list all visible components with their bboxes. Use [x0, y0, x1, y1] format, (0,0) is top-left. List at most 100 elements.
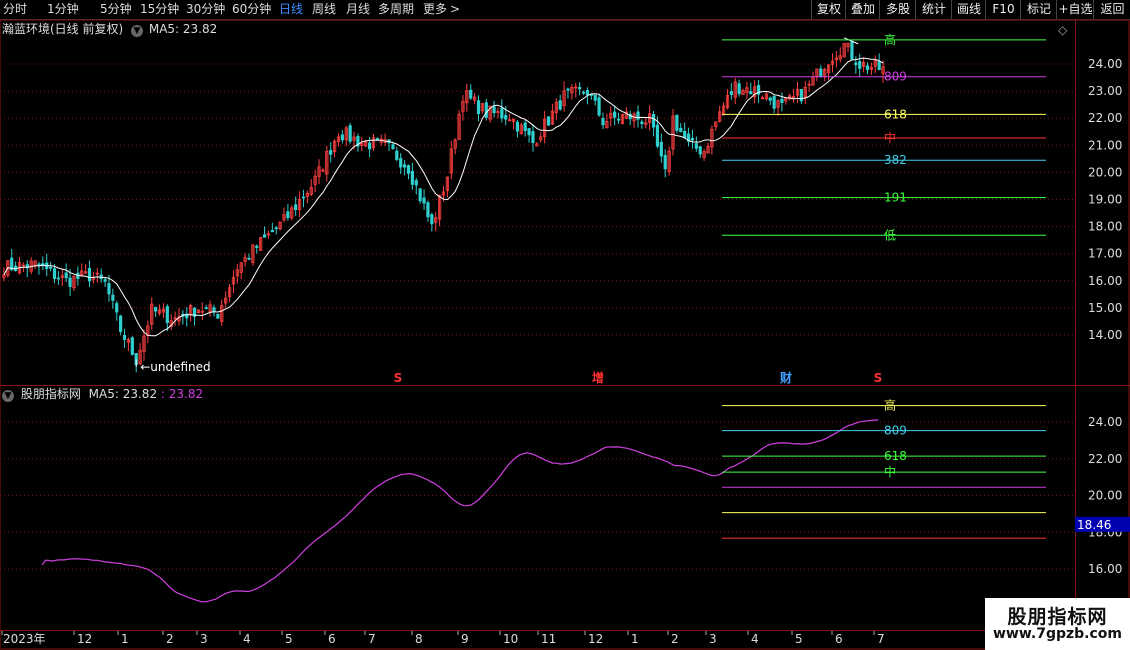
fib-label-main: 618	[884, 107, 907, 121]
x-tick-label: 6	[328, 632, 336, 646]
diamond-icon[interactable]: ◇	[1058, 23, 1067, 37]
x-tick-label: 8	[415, 632, 423, 646]
candle-body	[613, 111, 617, 118]
candle-body	[597, 97, 601, 116]
x-tick-label: 1	[631, 632, 639, 646]
main-y-tick-label: 15.00	[1088, 301, 1122, 315]
candle-body	[469, 89, 473, 99]
x-tick-label: 7	[368, 632, 376, 646]
main-y-tick-label: 17.00	[1088, 247, 1122, 261]
candle-body	[865, 65, 870, 71]
candle-body	[858, 61, 862, 69]
x-tick-label: 2	[671, 632, 679, 646]
candle-body	[262, 234, 267, 238]
candle-body	[772, 96, 776, 109]
main-y-tick-label: 18.00	[1088, 220, 1122, 234]
watermark-title: 股朋指标网	[1007, 606, 1108, 628]
candle-body	[659, 141, 663, 157]
candle-body	[593, 94, 597, 101]
candle-body	[768, 97, 772, 101]
candle-body	[122, 334, 127, 340]
indicator-line	[41, 419, 879, 603]
candle-body	[391, 144, 395, 150]
x-tick-label: 10	[503, 632, 518, 646]
candle-body	[399, 158, 403, 168]
candle-body	[698, 146, 702, 155]
main-y-tick-label: 21.00	[1088, 138, 1122, 152]
candle-body	[49, 266, 53, 269]
candle-body	[729, 91, 733, 95]
fib-label-main: 809	[884, 70, 907, 84]
candle-body	[877, 61, 881, 71]
candle-body	[426, 202, 430, 218]
candle-body	[375, 138, 379, 140]
candle-body	[414, 180, 418, 186]
candle-body	[663, 155, 667, 170]
sub-y-tick-label: 22.00	[1088, 452, 1122, 466]
candle-body	[216, 313, 220, 319]
candle-body	[737, 83, 741, 95]
fib-label-main: 高	[884, 32, 896, 47]
candle-body	[850, 41, 854, 60]
candle-body	[492, 106, 496, 114]
candle-body	[484, 102, 488, 118]
candle-body	[56, 277, 61, 280]
x-tick-label: 3	[709, 632, 717, 646]
event-marker[interactable]: 增	[592, 370, 604, 385]
x-tick-label: 1	[121, 632, 129, 646]
fib-label-main: 382	[884, 153, 907, 167]
candle-body	[546, 116, 551, 126]
candle-body	[270, 229, 274, 233]
event-marker[interactable]: S	[874, 371, 883, 385]
kline-chart[interactable]: 14.00 15.00 16.00 17.00 18.00 19.00 20.00 21.00…	[0, 0, 1130, 650]
sub-y-tick-label: 20.00	[1088, 489, 1122, 503]
candle-body	[601, 118, 605, 126]
indicator-ma5-value: : 23.82	[160, 387, 204, 401]
chevron-down-icon[interactable]: ▼	[2, 390, 14, 402]
x-tick-label: 3	[200, 632, 208, 646]
event-marker[interactable]: 财	[779, 370, 792, 385]
candle-body	[154, 306, 158, 312]
candle-body	[531, 131, 535, 144]
candle-body	[130, 337, 134, 355]
fib-label-sub: 中	[884, 464, 896, 479]
candle-body	[115, 303, 119, 313]
candle-body	[690, 137, 695, 141]
main-y-tick-label: 19.00	[1088, 193, 1122, 207]
candle-body	[367, 142, 372, 150]
sub-y-tick-label: 16.00	[1088, 562, 1122, 576]
candle-body	[854, 62, 858, 66]
x-tick-label: 2023年	[3, 632, 46, 646]
candle-body	[410, 170, 414, 185]
candle-body	[329, 149, 333, 155]
sub-panel-title-bar: ▼ 股朋指标网 MA5: 23.82 : 23.82	[2, 387, 203, 402]
candle-body	[651, 114, 656, 128]
x-tick-label: 5	[285, 632, 293, 646]
fib-label-main: 中	[884, 130, 896, 145]
event-marker[interactable]: S	[394, 371, 403, 385]
candle-body	[578, 87, 582, 90]
candle-body	[616, 118, 621, 121]
stock-title: 瀚蓝环境(日线 前复权)	[2, 22, 124, 36]
x-tick-label: 6	[835, 632, 843, 646]
candle-body	[403, 164, 407, 168]
candle-body	[165, 306, 169, 324]
x-tick-label: 4	[751, 632, 759, 646]
low-price-label: ←undefined	[140, 360, 210, 374]
candle-body	[418, 188, 422, 202]
candle-body	[422, 197, 426, 204]
x-tick-label: 9	[461, 632, 469, 646]
candle-body	[515, 121, 520, 132]
x-tick-label: 12	[77, 632, 92, 646]
indicator-title: 股朋指标网	[20, 387, 81, 401]
watermark-url: www.7gpzb.com	[992, 626, 1122, 642]
value-tag-label: 18.46	[1077, 518, 1111, 532]
fib-label-sub: 618	[884, 449, 907, 463]
candle-body	[301, 196, 306, 199]
main-y-tick-label: 22.00	[1088, 111, 1122, 125]
main-y-tick-label: 23.00	[1088, 84, 1122, 98]
candle-body	[119, 315, 123, 332]
chevron-down-icon[interactable]: ▼	[131, 25, 144, 37]
candle-body	[406, 165, 411, 174]
ma5-label: MA5: 23.82	[148, 22, 218, 36]
